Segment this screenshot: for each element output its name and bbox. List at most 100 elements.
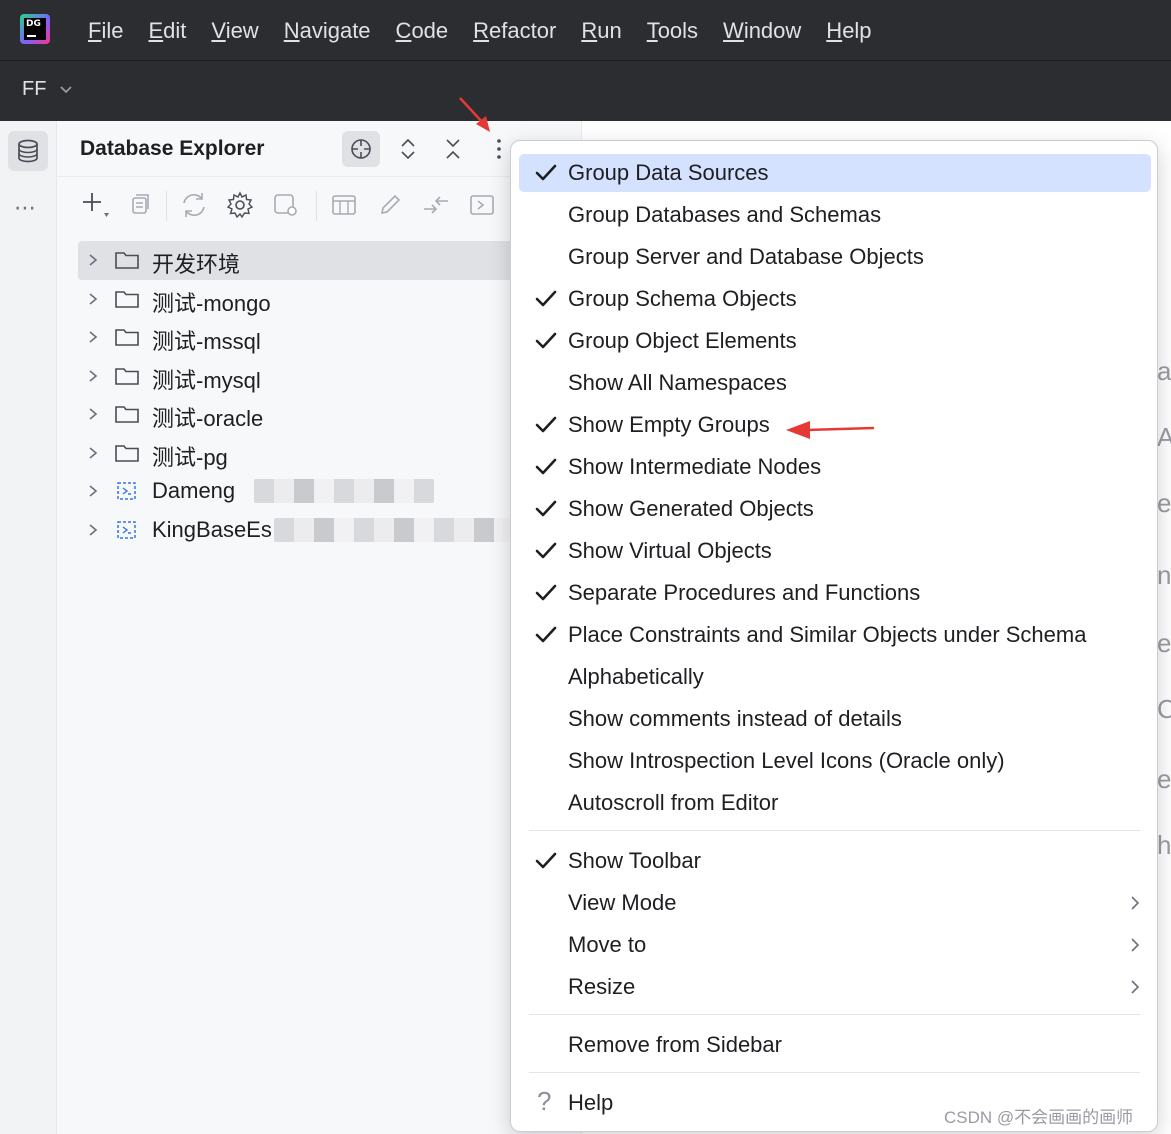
checkmark-icon [535, 164, 557, 181]
submenu-chevron-icon [1131, 980, 1140, 994]
menu-label-rest: dit [163, 18, 187, 43]
tree-row[interactable]: KingBaseEs [78, 511, 582, 550]
chevron-right-icon[interactable] [86, 406, 100, 422]
locate-button[interactable] [342, 131, 380, 167]
popup-menu-item[interactable]: Remove from Sidebar [519, 1026, 1151, 1064]
menu-item[interactable]: File [88, 16, 123, 46]
edit-pencil-icon[interactable] [374, 189, 406, 221]
popup-item-label: Remove from Sidebar [568, 1032, 782, 1057]
popup-menu-item[interactable]: Show Intermediate Nodes [519, 448, 1151, 486]
editor-edge-letter: e [1157, 628, 1171, 658]
popup-divider [529, 1014, 1140, 1015]
query-console-icon[interactable] [466, 189, 498, 221]
popup-menu-item[interactable]: Group Object Elements [519, 322, 1151, 360]
tree-row[interactable]: 测试-mongo [78, 280, 582, 319]
popup-item-label: Group Schema Objects [568, 286, 797, 311]
popup-item-label: Group Data Sources [568, 160, 769, 185]
crosshair-icon [351, 139, 371, 159]
popup-menu-item[interactable]: Show All Namespaces [519, 364, 1151, 402]
expand-all-button[interactable] [389, 131, 427, 167]
chevron-right-icon[interactable] [86, 522, 100, 538]
chevron-right-icon[interactable] [86, 483, 100, 499]
chevron-down-icon[interactable] [58, 81, 74, 97]
chevron-right-icon[interactable] [86, 445, 100, 461]
tree-row[interactable]: 开发环境 [78, 241, 582, 280]
settings-gear-icon[interactable] [224, 189, 256, 221]
menu-item[interactable]: Tools [647, 16, 698, 46]
tree-label: 测试-pg [152, 444, 228, 470]
popup-menu-item[interactable]: Show Toolbar [519, 842, 1151, 880]
chevron-right-icon[interactable] [86, 252, 100, 268]
popup-menu-item[interactable]: Group Data Sources [519, 154, 1151, 192]
checkmark-icon [535, 416, 557, 433]
tree-row[interactable]: 测试-pg [78, 434, 582, 473]
refresh-icon[interactable] [178, 189, 210, 221]
popup-menu-item[interactable]: Show Virtual Objects [519, 532, 1151, 570]
table-icon[interactable] [328, 189, 360, 221]
menu-label-rest: avigate [299, 18, 371, 43]
panel-title: Database Explorer [80, 137, 265, 160]
menu-item[interactable]: Code [396, 16, 449, 46]
compare-arrows-icon[interactable] [420, 189, 452, 221]
chevron-right-icon[interactable] [86, 329, 100, 345]
menu-item[interactable]: Window [723, 16, 801, 46]
annotation-arrow-icon [459, 97, 490, 132]
popup-menu-item[interactable]: Show Introspection Level Icons (Oracle o… [519, 742, 1151, 780]
popup-menu-item[interactable]: Autoscroll from Editor [519, 784, 1151, 822]
popup-menu-item[interactable]: Group Schema Objects [519, 280, 1151, 318]
tree-row[interactable]: Dameng [78, 472, 582, 511]
chevron-right-icon[interactable] [86, 368, 100, 384]
popup-menu-item[interactable]: Separate Procedures and Functions [519, 574, 1151, 612]
menu-item[interactable]: Help [826, 16, 871, 46]
popup-item-label: Show Empty Groups [568, 412, 770, 437]
collapse-all-button[interactable] [434, 131, 472, 167]
menu-item[interactable]: Navigate [284, 16, 371, 46]
popup-menu-item[interactable]: View Mode [519, 884, 1151, 922]
tree-row[interactable]: 测试-mysql [78, 357, 582, 396]
popup-menu-item[interactable]: Group Server and Database Objects [519, 238, 1151, 276]
editor-edge-letter: C [1157, 694, 1171, 724]
checkmark-icon [535, 332, 557, 349]
popup-menu-item[interactable]: Move to [519, 926, 1151, 964]
popup-menu-item[interactable]: Place Constraints and Similar Objects un… [519, 616, 1151, 654]
tree-row[interactable]: 测试-oracle [78, 395, 582, 434]
popup-item-label: Show Toolbar [568, 848, 701, 873]
checkmark-icon [535, 542, 557, 559]
duplicate-icon[interactable] [124, 189, 156, 221]
menu-mnemonic: W [723, 18, 744, 43]
checkmark-icon [535, 626, 557, 643]
popup-menu-item[interactable]: Alphabetically [519, 658, 1151, 696]
database-tool-button[interactable] [8, 131, 48, 171]
more-tool-windows-icon[interactable]: ⋯ [14, 195, 37, 221]
datagrip-logo-icon[interactable]: DG [20, 14, 50, 44]
menu-mnemonic: V [211, 18, 226, 43]
add-icon[interactable] [80, 189, 112, 221]
menu-label-rest: ools [657, 18, 699, 43]
popup-menu-item[interactable]: Show comments instead of details [519, 700, 1151, 738]
menu-item[interactable]: Edit [148, 16, 186, 46]
popup-item-label: Show Intermediate Nodes [568, 454, 822, 479]
chevron-right-icon[interactable] [86, 291, 100, 307]
popup-item-label: Show Virtual Objects [568, 538, 772, 563]
project-name[interactable]: FF [22, 78, 46, 101]
popup-menu-item[interactable]: Show Generated Objects [519, 490, 1151, 528]
popup-menu-item[interactable]: Group Databases and Schemas [519, 196, 1151, 234]
tree-label: 测试-oracle [152, 406, 264, 431]
datasource-icon [117, 482, 136, 500]
tree-label: 测试-mongo [152, 290, 271, 316]
popup-item-label: Separate Procedures and Functions [568, 580, 921, 605]
menu-item[interactable]: Refactor [473, 16, 556, 46]
popup-menu-item[interactable]: Resize [519, 968, 1151, 1006]
popup-item-label: Alphabetically [568, 664, 704, 689]
menu-item[interactable]: View [211, 16, 258, 46]
submenu-chevron-icon [1131, 938, 1140, 952]
popup-item-label: View Mode [568, 890, 677, 915]
expand-collapse-icon [401, 138, 415, 160]
more-vertical-icon [497, 139, 501, 159]
watermark: CSDN @不会画画的画师 [944, 1108, 1134, 1127]
menu-item[interactable]: Run [581, 16, 621, 46]
console-search-icon[interactable] [270, 189, 302, 221]
tree-row[interactable]: 测试-mssql [78, 318, 582, 357]
menu-mnemonic: F [88, 18, 102, 43]
menu-mnemonic: R [473, 18, 490, 43]
